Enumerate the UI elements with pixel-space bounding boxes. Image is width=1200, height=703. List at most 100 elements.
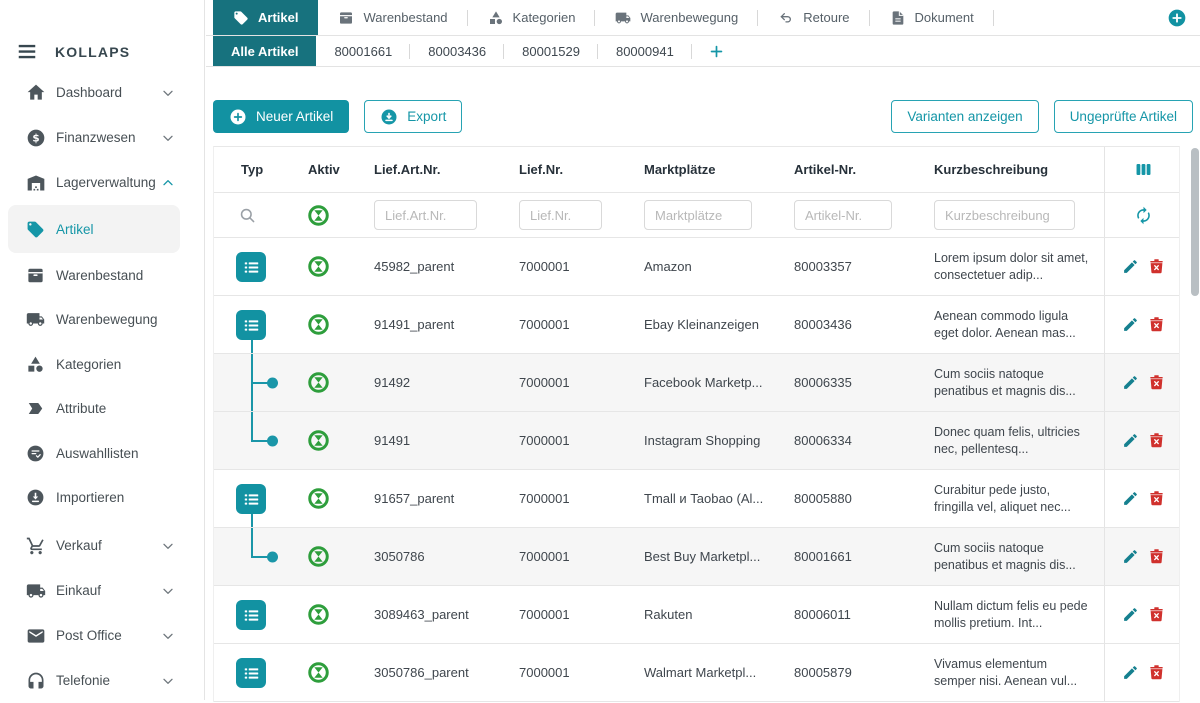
export-button[interactable]: Export: [364, 100, 462, 133]
hamburger-menu-icon[interactable]: [14, 41, 40, 63]
edit-button[interactable]: [1122, 606, 1139, 623]
aktiv-cell: [296, 412, 361, 469]
download-circle-icon: [380, 108, 398, 126]
subtab-article[interactable]: 80000941: [598, 36, 692, 66]
marktplatz-cell: Facebook Marketp...: [631, 375, 781, 390]
row-actions-cell: [1104, 296, 1181, 353]
sidebar-item-dashboard[interactable]: Dashboard: [0, 70, 204, 115]
export-label: Export: [407, 109, 446, 124]
sidebar-item-telefonie[interactable]: Telefonie: [0, 658, 204, 703]
filter-lief-art-nr-input[interactable]: [374, 200, 477, 230]
refresh-icon[interactable]: [1134, 206, 1153, 225]
attribute-icon: [26, 399, 45, 418]
article-list-type-button[interactable]: [236, 310, 266, 340]
edit-button[interactable]: [1122, 432, 1139, 449]
delete-button[interactable]: [1148, 258, 1165, 275]
delete-button[interactable]: [1148, 374, 1165, 391]
edit-button[interactable]: [1122, 664, 1139, 681]
show-variants-button[interactable]: Varianten anzeigen: [891, 100, 1038, 133]
delete-button[interactable]: [1148, 432, 1165, 449]
columns-icon[interactable]: [1134, 160, 1153, 179]
sidebar-subitem-warenbewegung[interactable]: Warenbewegung: [0, 298, 204, 343]
active-status-icon[interactable]: [308, 488, 329, 509]
active-status-icon[interactable]: [308, 604, 329, 625]
sidebar-item-verkauf[interactable]: Verkauf: [0, 523, 204, 568]
add-tab-button[interactable]: [1167, 8, 1187, 28]
sidebar-item-einkauf[interactable]: Einkauf: [0, 568, 204, 613]
filter-lief-nr-input[interactable]: [519, 200, 602, 230]
app-logo: KOLLAPS: [55, 44, 130, 60]
delete-button[interactable]: [1148, 606, 1165, 623]
delete-button[interactable]: [1148, 316, 1165, 333]
active-status-icon[interactable]: [308, 256, 329, 277]
chevron-up-icon: [160, 175, 176, 191]
toolbar: Neuer Artikel Export Varianten anzeigen …: [213, 100, 1193, 133]
kurzbeschreibung-cell: Aenean commodo ligula eget dolor. Aenean…: [921, 308, 1104, 342]
edit-button[interactable]: [1122, 490, 1139, 507]
edit-button[interactable]: [1122, 316, 1139, 333]
sidebar-item-post-office[interactable]: Post Office: [0, 613, 204, 658]
sidebar-item-label: Dashboard: [56, 85, 160, 100]
sidebar-subitem-attribute[interactable]: Attribute: [0, 387, 204, 432]
active-status-icon[interactable]: [308, 546, 329, 567]
active-status-icon[interactable]: [308, 662, 329, 683]
sidebar-subitem-importieren[interactable]: Importieren: [0, 476, 204, 521]
sidebar-subitem-artikel[interactable]: Artikel: [8, 205, 180, 253]
aktiv-cell: [296, 586, 361, 643]
edit-button[interactable]: [1122, 548, 1139, 565]
sidebar-item-label: Einkauf: [56, 583, 160, 598]
article-list-type-button[interactable]: [236, 252, 266, 282]
new-article-button[interactable]: Neuer Artikel: [213, 100, 349, 133]
subtab-alle-artikel[interactable]: Alle Artikel: [213, 36, 316, 66]
edit-button[interactable]: [1122, 374, 1139, 391]
tab-dokument[interactable]: Dokument: [870, 0, 994, 35]
tree-node-dot: [267, 435, 278, 446]
kurzbeschreibung-cell: Cum sociis natoque penatibus et magnis d…: [921, 540, 1104, 574]
filter-marktplaetze-input[interactable]: [644, 200, 752, 230]
sidebar-item-lagerverwaltung[interactable]: Lagerverwaltung: [0, 160, 204, 205]
filter-aktiv-cell: [296, 193, 361, 237]
document-icon: [890, 10, 906, 26]
active-filter-icon[interactable]: [308, 205, 329, 226]
search-icon[interactable]: [238, 206, 257, 225]
artikel-nr-cell: 80006334: [781, 433, 921, 448]
row-actions-cell: [1104, 354, 1181, 411]
delete-button[interactable]: [1148, 548, 1165, 565]
tab-kategorien[interactable]: Kategorien: [468, 0, 596, 35]
unchecked-articles-button[interactable]: Ungeprüfte Artikel: [1054, 100, 1193, 133]
sidebar-subitem-label: Auswahllisten: [56, 446, 139, 461]
sidebar-subitem-kategorien[interactable]: Kategorien: [0, 342, 204, 387]
sidebar-subitem-auswahllisten[interactable]: Auswahllisten: [0, 431, 204, 476]
filter-artikel-nr-input[interactable]: [794, 200, 892, 230]
subtab-article[interactable]: 80001661: [316, 36, 410, 66]
lief-nr-cell: 7000001: [506, 549, 631, 564]
tab-warenbestand[interactable]: Warenbestand: [318, 0, 467, 35]
tab-retoure[interactable]: Retoure: [758, 0, 869, 35]
active-status-icon[interactable]: [308, 314, 329, 335]
warehouse-icon: [26, 173, 46, 193]
tab-artikel[interactable]: Artikel: [213, 0, 318, 35]
filter-kurzbeschreibung-input[interactable]: [934, 200, 1075, 230]
typ-cell: [214, 470, 296, 527]
chevron-down-icon: [160, 538, 176, 554]
delete-button[interactable]: [1148, 664, 1165, 681]
sidebar: KOLLAPS Dashboard $ Finanzwesen Lagerver…: [0, 0, 205, 700]
subtab-article[interactable]: 80001529: [504, 36, 598, 66]
tab-warenbewegung[interactable]: Warenbewegung: [595, 0, 758, 35]
active-status-icon[interactable]: [308, 372, 329, 393]
article-list-type-button[interactable]: [236, 484, 266, 514]
sidebar-item-finanzwesen[interactable]: $ Finanzwesen: [0, 115, 204, 160]
article-list-type-button[interactable]: [236, 658, 266, 688]
aktiv-cell: [296, 528, 361, 585]
sidebar-subitem-warenbestand[interactable]: Warenbestand: [0, 253, 204, 298]
active-status-icon[interactable]: [308, 430, 329, 451]
subtab-article[interactable]: 80003436: [410, 36, 504, 66]
tree-node-dot: [267, 377, 278, 388]
add-subtab-button[interactable]: [692, 36, 741, 66]
delete-button[interactable]: [1148, 490, 1165, 507]
row-actions-cell: [1104, 238, 1181, 295]
chevron-down-icon: [160, 130, 176, 146]
vertical-scrollbar-thumb[interactable]: [1191, 148, 1199, 296]
article-list-type-button[interactable]: [236, 600, 266, 630]
edit-button[interactable]: [1122, 258, 1139, 275]
